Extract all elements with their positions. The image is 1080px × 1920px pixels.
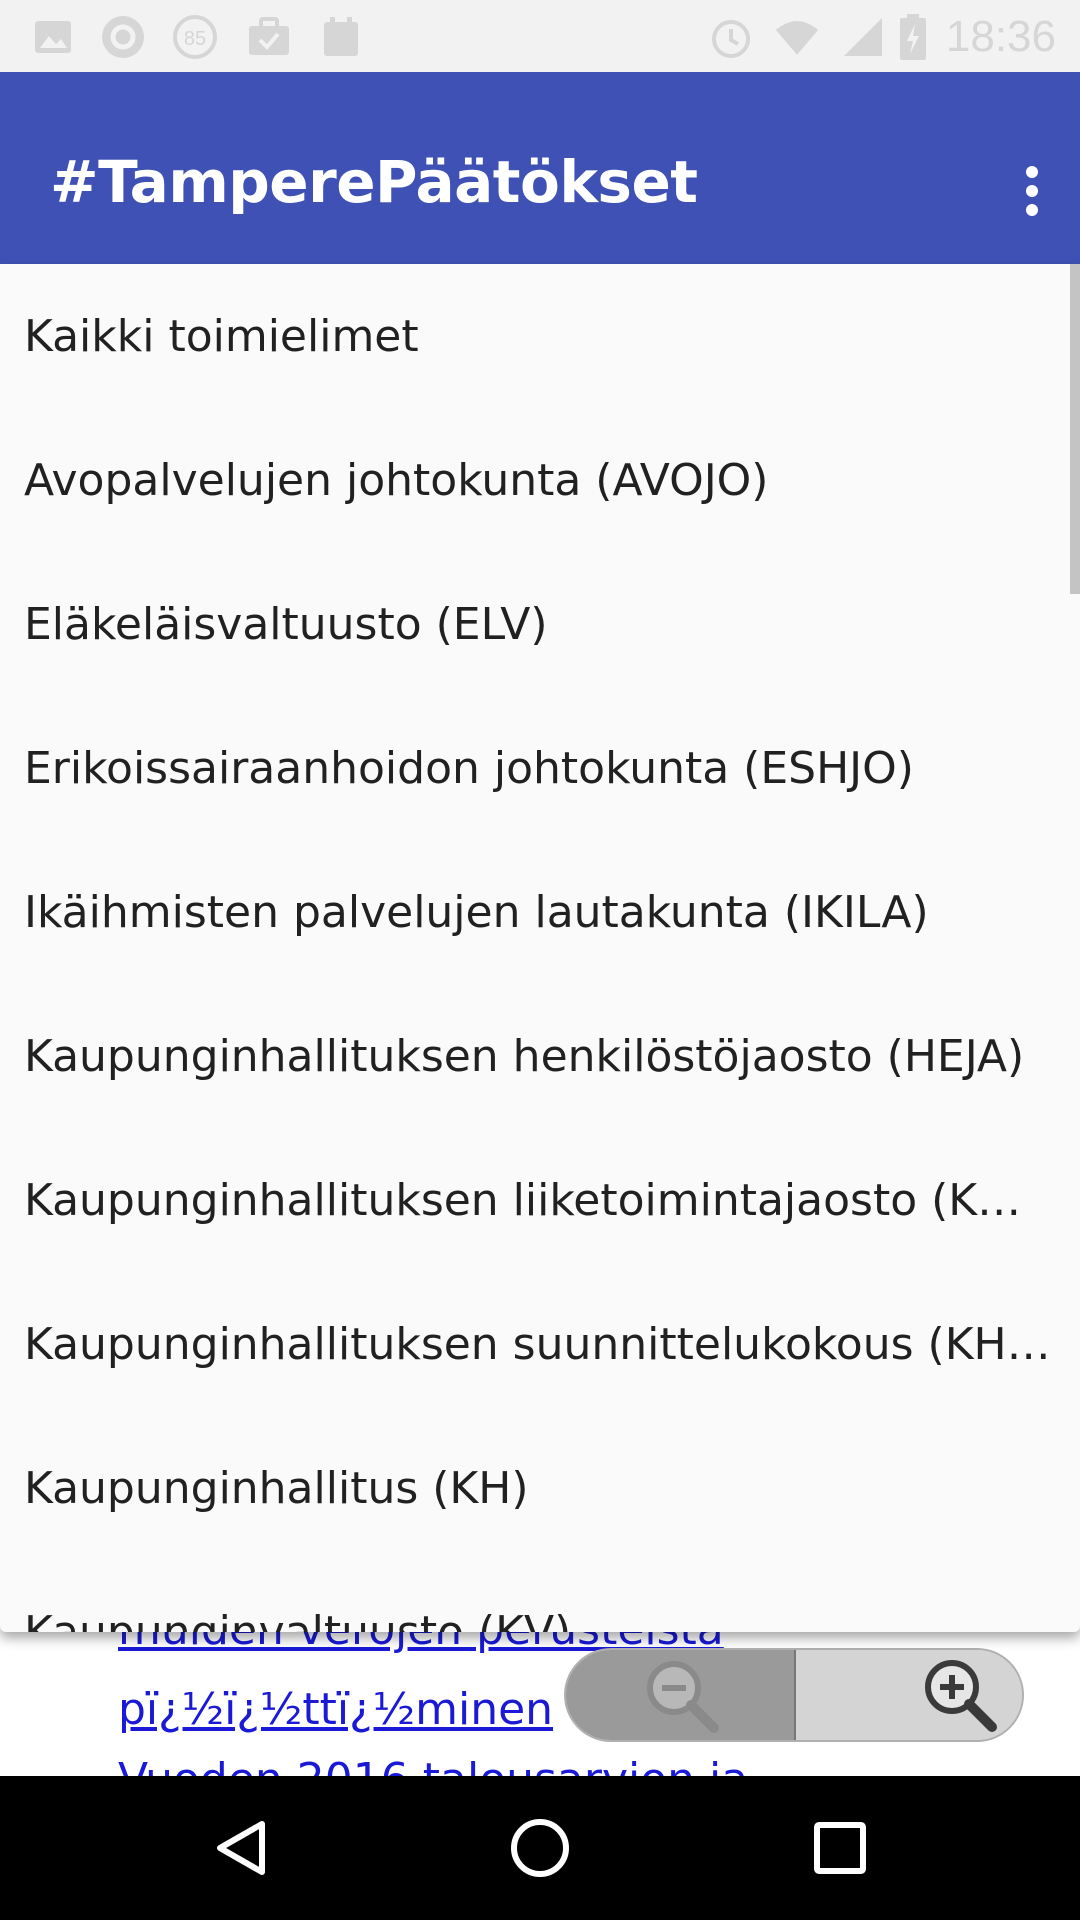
dropdown-item-label: Avopalvelujen johtokunta (AVOJO): [24, 454, 769, 506]
zoom-in-icon: [925, 1660, 997, 1732]
app-title: #TamperePäätökset: [50, 148, 698, 216]
zoom-controls: [564, 1648, 1024, 1742]
badge-85-icon: 85: [172, 14, 218, 60]
navigation-bar: [0, 1776, 1080, 1920]
dropdown-item-label: Erikoissairaanhoidon johtokunta (ESHJO): [24, 742, 914, 794]
web-link[interactable]: pï¿½ï¿½ttï¿½minen: [118, 1684, 553, 1735]
more-vert-icon: [1026, 166, 1038, 216]
dropdown-item[interactable]: Ikäihmisten palvelujen lautakunta (IKILA…: [0, 840, 1068, 984]
calendar-icon: [318, 14, 364, 60]
dropdown-item-label: Kaupunginvaltuusto (KV): [24, 1606, 572, 1633]
dropdown-item[interactable]: Kaupunginhallitus (KH): [0, 1416, 1068, 1560]
dropdown-item[interactable]: Kaupunginhallituksen henkilöstöjaosto (H…: [0, 984, 1068, 1128]
dropdown-item-label: Eläkeläisvaltuusto (ELV): [24, 598, 548, 650]
dropdown-item[interactable]: Kaupunginhallituksen suunnittelukokous (…: [0, 1272, 1068, 1416]
recents-button[interactable]: [790, 1798, 890, 1898]
battery-charging-icon: [890, 14, 936, 60]
web-link[interactable]: Vuoden 2016 talousarvion ja: [118, 1754, 748, 1776]
zoom-out-icon: [647, 1661, 719, 1733]
briefcase-check-icon: [246, 14, 292, 60]
zoom-out-button[interactable]: [566, 1650, 796, 1740]
home-icon: [511, 1819, 569, 1877]
filter-dropdown-menu: Kaikki toimielimet Avopalvelujen johtoku…: [0, 264, 1080, 1632]
dropdown-item[interactable]: Avopalvelujen johtokunta (AVOJO): [0, 408, 1068, 552]
dropdown-item-label: Kaupunginhallituksen suunnittelukokous (…: [24, 1318, 1054, 1370]
dropdown-item-label: Kaupunginhallituksen henkilöstöjaosto (H…: [24, 1030, 1025, 1082]
dropdown-item[interactable]: Erikoissairaanhoidon johtokunta (ESHJO): [0, 696, 1068, 840]
dropdown-item-label: Ikäihmisten palvelujen lautakunta (IKILA…: [24, 886, 929, 938]
dropdown-item[interactable]: Kaupunginvaltuusto (KV): [0, 1560, 1068, 1633]
dropdown-item-label: Kaupunginhallituksen liiketoimintajaosto…: [24, 1174, 1054, 1226]
dropdown-item[interactable]: Kaikki toimielimet: [0, 264, 1068, 408]
svg-text:85: 85: [184, 28, 206, 50]
dropdown-item-label: Kaupunginhallitus (KH): [24, 1462, 529, 1514]
status-time: 18:36: [945, 12, 1056, 61]
app-bar: #TamperePäätökset: [0, 72, 1080, 264]
overflow-menu-button[interactable]: [1002, 146, 1062, 236]
dropdown-item[interactable]: Eläkeläisvaltuusto (ELV): [0, 552, 1068, 696]
image-icon: [30, 14, 76, 60]
alarm-icon: [708, 14, 754, 60]
home-button[interactable]: [490, 1798, 590, 1898]
back-button[interactable]: [190, 1798, 290, 1898]
dropdown-scrollbar[interactable]: [1070, 264, 1080, 594]
zoom-in-button[interactable]: [794, 1650, 1022, 1740]
back-icon: [217, 1821, 265, 1875]
wifi-icon: [774, 14, 820, 60]
dropdown-item-label: Kaikki toimielimet: [24, 310, 419, 362]
recents-icon: [814, 1822, 866, 1874]
sync-icon: [100, 14, 146, 60]
dropdown-item[interactable]: Kaupunginhallituksen liiketoimintajaosto…: [0, 1128, 1068, 1272]
signal-icon: [840, 14, 886, 60]
status-bar: 85 18:36: [0, 0, 1080, 72]
